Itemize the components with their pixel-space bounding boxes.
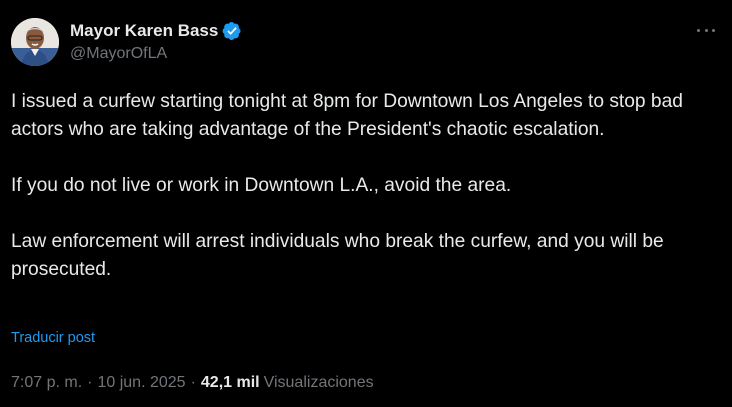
profile-photo-icon: [11, 18, 59, 66]
more-horizontal-icon: [697, 28, 700, 32]
post-paragraph: I issued a curfew starting tonight at 8p…: [11, 91, 683, 140]
views-count[interactable]: 42,1 mil: [201, 374, 260, 392]
author-display-name[interactable]: Mayor Karen Bass: [70, 21, 218, 41]
translate-post-link[interactable]: Traducir post: [11, 330, 95, 346]
more-options-button[interactable]: [694, 22, 718, 38]
separator: ·: [190, 374, 196, 391]
views-label: Visualizaciones: [263, 374, 374, 391]
post-metadata: 7:07 p. m. · 10 jun. 2025 · 42,1 mil Vis…: [11, 374, 374, 392]
more-dot: [704, 28, 708, 32]
post-card: Mayor Karen Bass @MayorOfLA I issued a c…: [0, 0, 732, 407]
post-paragraph: Law enforcement will arrest individuals …: [11, 231, 664, 280]
separator: ·: [87, 374, 93, 391]
post-date[interactable]: 10 jun. 2025: [97, 374, 185, 392]
author-name-row: Mayor Karen Bass: [70, 20, 242, 42]
post-time[interactable]: 7:07 p. m.: [11, 374, 82, 392]
post-paragraph: If you do not live or work in Downtown L…: [11, 175, 512, 196]
author-handle[interactable]: @MayorOfLA: [70, 45, 167, 63]
more-dot: [712, 28, 715, 32]
post-body: I issued a curfew starting tonight at 8p…: [11, 88, 721, 284]
avatar[interactable]: [11, 18, 59, 66]
verified-badge-icon[interactable]: [222, 21, 242, 41]
